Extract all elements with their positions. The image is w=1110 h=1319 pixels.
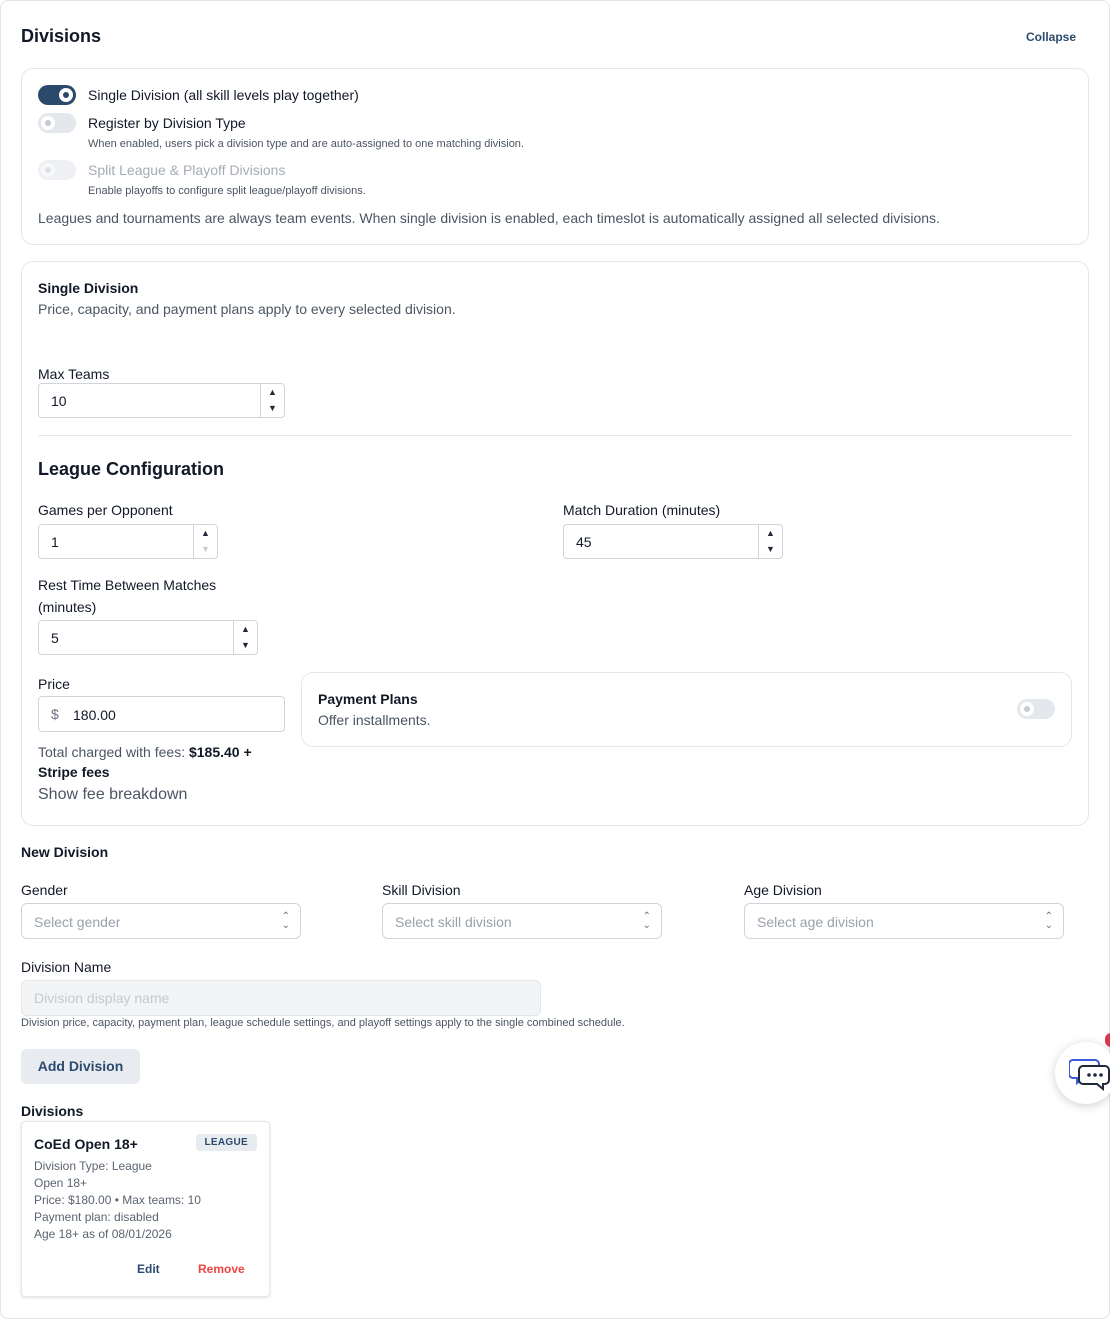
single-division-label: Single Division (all skill levels play t… [88, 87, 359, 103]
total-suffix: Stripe fees [38, 764, 110, 780]
add-division-button[interactable]: Add Division [21, 1049, 140, 1084]
price-input[interactable]: $ 180.00 [38, 696, 285, 732]
max-teams-stepper[interactable]: ▲ ▼ [260, 384, 284, 417]
total-amount: $185.40 + [188, 744, 252, 760]
division-card: CoEd Open 18+ LEAGUE Division Type: Leag… [21, 1121, 270, 1297]
division-age: Age 18+ as of 08/01/2026 [34, 1227, 172, 1241]
rest-time-stepper[interactable]: ▲ ▼ [233, 621, 257, 654]
skill-division-select[interactable]: Select skill division ⌃ ⌄ [382, 903, 662, 939]
skill-division-label: Skill Division [382, 882, 461, 898]
edit-division-button[interactable]: Edit [137, 1262, 160, 1276]
max-teams-label: Max Teams [38, 366, 110, 382]
match-duration-label: Match Duration (minutes) [563, 502, 721, 518]
register-by-type-toggle[interactable] [38, 113, 76, 133]
divisions-list-title: Divisions [21, 1103, 84, 1119]
new-division-title: New Division [21, 844, 109, 860]
max-teams-value: 10 [51, 393, 67, 409]
games-per-opponent-input[interactable]: 1 ▲ ▼ [38, 524, 218, 559]
payment-plans-card [301, 672, 1072, 747]
division-type: Division Type: League [34, 1159, 152, 1173]
chevron-up-icon[interactable]: ▲ [194, 525, 217, 541]
match-duration-input[interactable]: 45 ▲ ▼ [563, 524, 783, 559]
division-payment-plan: Payment plan: disabled [34, 1210, 159, 1224]
games-per-opponent-stepper[interactable]: ▲ ▼ [193, 525, 217, 558]
payment-plans-description: Offer installments. [318, 712, 431, 728]
age-division-placeholder: Select age division [757, 914, 874, 930]
division-name-field[interactable] [22, 981, 540, 1015]
league-config-title: League Configuration [38, 459, 224, 479]
payment-plans-title: Payment Plans [318, 691, 418, 707]
age-division-select[interactable]: Select age division ⌃ ⌄ [744, 903, 1064, 939]
gender-label: Gender [21, 882, 68, 898]
single-division-toggle[interactable] [38, 85, 76, 105]
gender-placeholder: Select gender [34, 914, 121, 930]
division-name: CoEd Open 18+ [34, 1136, 138, 1152]
games-per-opponent-value: 1 [51, 534, 59, 550]
collapse-button[interactable]: Collapse [1026, 30, 1076, 44]
split-league-label: Split League & Playoff Divisions [88, 162, 286, 178]
single-division-title: Single Division [38, 280, 139, 296]
dollar-icon: $ [51, 706, 59, 722]
division-name-label: Division Name [21, 959, 112, 975]
chevron-down-icon[interactable]: ▼ [261, 400, 284, 416]
notification-badge [1105, 1033, 1110, 1047]
single-division-description: Price, capacity, and payment plans apply… [38, 301, 456, 317]
rest-time-value: 5 [51, 630, 59, 646]
split-league-hint: Enable playoffs to configure split leagu… [88, 185, 366, 197]
rest-time-label-units: (minutes) [38, 599, 97, 615]
gender-select[interactable]: Select gender ⌃ ⌄ [21, 903, 301, 939]
match-duration-value: 45 [576, 534, 592, 550]
chevron-up-icon[interactable]: ▲ [261, 384, 284, 400]
division-name-input[interactable] [21, 980, 541, 1016]
division-help-text: Division price, capacity, payment plan, … [21, 1017, 625, 1029]
skill-division-placeholder: Select skill division [395, 914, 512, 930]
chat-support-icon [1069, 1059, 1110, 1092]
chevron-updown-icon: ⌃ ⌄ [281, 911, 290, 931]
team-events-note: Leagues and tournaments are always team … [38, 210, 940, 226]
register-by-type-hint: When enabled, users pick a division type… [88, 138, 524, 150]
division-price-capacity: Price: $180.00 • Max teams: 10 [34, 1193, 201, 1207]
match-duration-stepper[interactable]: ▲ ▼ [758, 525, 782, 558]
rest-time-label: Rest Time Between Matches [38, 577, 217, 593]
max-teams-input[interactable]: 10 ▲ ▼ [38, 383, 285, 418]
division-level: Open 18+ [34, 1176, 88, 1190]
chat-support-button[interactable] [1055, 1042, 1110, 1104]
chevron-updown-icon: ⌃ ⌄ [642, 911, 651, 931]
division-type-badge: LEAGUE [195, 1134, 257, 1151]
chevron-updown-icon: ⌃ ⌄ [1044, 911, 1053, 931]
fee-breakdown-link[interactable]: Show fee breakdown [38, 786, 187, 804]
register-by-type-label: Register by Division Type [88, 115, 246, 131]
total-with-fees: Total charged with fees: $185.40 + Strip… [38, 742, 278, 782]
split-league-toggle [38, 160, 76, 180]
total-prefix: Total charged with fees: [38, 744, 189, 760]
chevron-down-icon[interactable]: ▼ [234, 637, 257, 653]
remove-division-button[interactable]: Remove [198, 1262, 245, 1276]
chevron-down-icon[interactable]: ▼ [759, 541, 782, 557]
chevron-up-icon[interactable]: ▲ [234, 621, 257, 637]
payment-plans-toggle[interactable] [1017, 699, 1055, 719]
chevron-up-icon[interactable]: ▲ [759, 525, 782, 541]
section-divider [38, 435, 1072, 436]
section-title: Divisions [21, 26, 102, 46]
rest-time-input[interactable]: 5 ▲ ▼ [38, 620, 258, 655]
age-division-label: Age Division [744, 882, 822, 898]
games-per-opponent-label: Games per Opponent [38, 502, 173, 518]
price-label: Price [38, 676, 70, 692]
chevron-down-icon: ▼ [201, 544, 210, 554]
price-value: 180.00 [73, 707, 116, 723]
